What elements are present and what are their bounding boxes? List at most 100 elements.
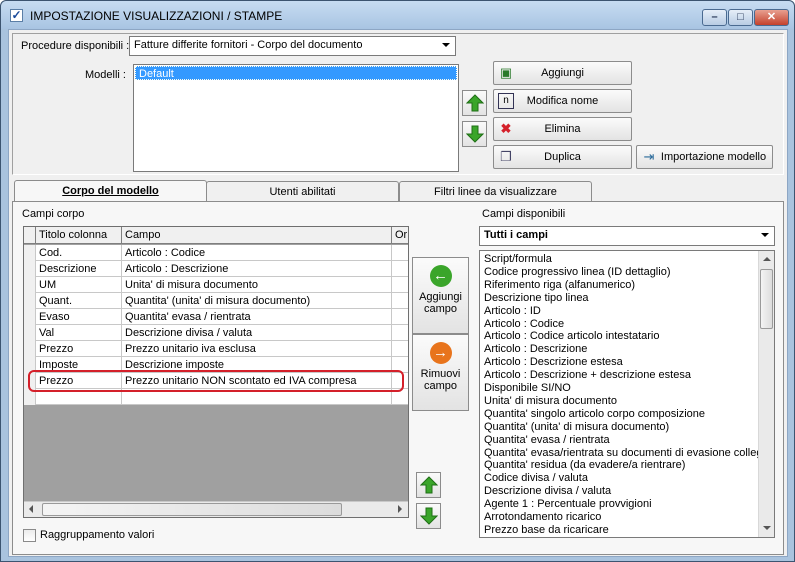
list-item[interactable]: Descrizione tipo linea — [484, 292, 589, 305]
row-selector[interactable] — [24, 245, 36, 261]
arrow-right-icon: → — [429, 342, 452, 364]
list-item[interactable]: Articolo : Descrizione estesa — [484, 356, 623, 369]
list-item[interactable]: Quantita' (unita' di misura documento) — [484, 421, 669, 434]
list-item[interactable]: Riferimento riga (alfanumerico) — [484, 279, 635, 292]
list-item[interactable]: Script/formula — [484, 253, 552, 266]
raggruppamento-label: Raggruppamento valori — [40, 529, 155, 541]
cell-or[interactable] — [392, 325, 408, 341]
tab-filtri-linee[interactable]: Filtri linee da visualizzare — [399, 181, 592, 203]
table-row[interactable]: Cod. Articolo : Codice — [24, 245, 408, 261]
rimuovi-campo-button[interactable]: → Rimuovi campo — [412, 334, 469, 411]
column-header-titolo[interactable]: Titolo colonna — [36, 227, 122, 244]
vertical-scrollbar[interactable] — [758, 251, 774, 537]
list-item[interactable]: Default — [135, 66, 457, 80]
row-selector[interactable] — [24, 341, 36, 357]
table-row[interactable]: UM Unita' di misura documento — [24, 277, 408, 293]
tab-utenti-abilitati[interactable]: Utenti abilitati — [206, 181, 399, 203]
list-item[interactable]: Quantita' evasa/rientrata su documenti d… — [484, 447, 763, 460]
list-item[interactable]: Prezzo base da ricaricare — [484, 524, 609, 537]
list-item[interactable]: Quantita' residua (da evadere/a rientrar… — [484, 459, 685, 472]
row-selector[interactable] — [24, 325, 36, 341]
close-button[interactable]: ✕ — [754, 9, 789, 26]
row-selector[interactable] — [24, 293, 36, 309]
cell-or[interactable] — [392, 293, 408, 309]
cell-campo[interactable]: Articolo : Descrizione — [122, 261, 392, 277]
cell-campo[interactable]: Quantita' evasa / rientrata — [122, 309, 392, 325]
cell-or[interactable] — [392, 261, 408, 277]
campi-disponibili-list[interactable]: Script/formula Codice progressivo linea (… — [479, 250, 775, 538]
cell-titolo[interactable]: Cod. — [36, 245, 122, 261]
list-item[interactable]: Articolo : Descrizione — [484, 343, 587, 356]
cell-titolo[interactable]: Val — [36, 325, 122, 341]
chevron-down-icon — [761, 233, 769, 237]
list-item[interactable]: Quantita' evasa / rientrata — [484, 434, 610, 447]
table-row[interactable]: Val Descrizione divisa / valuta — [24, 325, 408, 341]
list-item[interactable]: Articolo : ID — [484, 305, 541, 318]
table-row[interactable]: Evaso Quantita' evasa / rientrata — [24, 309, 408, 325]
campi-filter-select[interactable]: Tutti i campi — [479, 226, 775, 246]
field-move-down-button[interactable] — [416, 503, 441, 529]
row-selector[interactable] — [24, 261, 36, 277]
aggiungi-button[interactable]: ▣ Aggiungi — [493, 61, 632, 85]
arrow-up-icon — [420, 476, 438, 494]
maximize-button[interactable]: □ — [728, 9, 753, 26]
list-item[interactable]: Codice divisa / valuta — [484, 472, 588, 485]
row-selector[interactable] — [24, 309, 36, 325]
arrow-left-icon: ← — [429, 265, 452, 287]
app-check-icon: ✓ — [10, 8, 23, 22]
cell-or[interactable] — [392, 341, 408, 357]
importazione-modello-button[interactable]: ⇥ Importazione modello — [636, 145, 773, 169]
list-item[interactable]: Articolo : Codice articolo intestatario — [484, 330, 659, 343]
move-up-button[interactable] — [462, 90, 487, 116]
modelli-label: Modelli : — [85, 69, 126, 81]
scroll-thumb[interactable] — [760, 269, 773, 329]
modifica-nome-button[interactable]: n Modifica nome — [493, 89, 632, 113]
cell-titolo[interactable]: Descrizione — [36, 261, 122, 277]
cell-or[interactable] — [392, 277, 408, 293]
cell-campo[interactable]: Descrizione divisa / valuta — [122, 325, 392, 341]
list-item[interactable]: Codice progressivo linea (ID dettaglio) — [484, 266, 670, 279]
scroll-right-icon — [398, 505, 402, 513]
duplica-button[interactable]: ❐ Duplica — [493, 145, 632, 169]
list-item[interactable]: Quantita' singolo articolo corpo composi… — [484, 408, 705, 421]
scroll-thumb[interactable] — [42, 503, 342, 516]
procedure-value: Fatture differite fornitori - Corpo del … — [134, 39, 363, 51]
procedure-select[interactable]: Fatture differite fornitori - Corpo del … — [129, 36, 456, 56]
list-item[interactable]: Agente 1 : Percentuale provvigioni — [484, 498, 652, 511]
list-item[interactable]: Descrizione divisa / valuta — [484, 485, 611, 498]
table-row[interactable]: Prezzo Prezzo unitario iva esclusa — [24, 341, 408, 357]
move-down-button[interactable] — [462, 121, 487, 147]
horizontal-scrollbar[interactable] — [24, 501, 408, 517]
grid-header: Titolo colonna Campo Or — [24, 227, 408, 244]
add-record-icon: ▣ — [499, 65, 513, 80]
cell-titolo[interactable]: UM — [36, 277, 122, 293]
window-title: IMPOSTAZIONE VISUALIZZAZIONI / STAMPE — [30, 9, 283, 23]
cell-titolo[interactable]: Prezzo — [36, 341, 122, 357]
cell-titolo[interactable]: Evaso — [36, 309, 122, 325]
raggruppamento-checkbox[interactable] — [23, 529, 36, 542]
campi-corpo-grid[interactable]: Titolo colonna Campo Or Cod. Articolo : C… — [23, 226, 409, 518]
list-item[interactable]: Unita' di misura documento — [484, 395, 617, 408]
cell-campo[interactable]: Articolo : Codice — [122, 245, 392, 261]
table-row[interactable]: Descrizione Articolo : Descrizione — [24, 261, 408, 277]
cell-campo[interactable]: Quantita' (unita' di misura documento) — [122, 293, 392, 309]
cell-titolo[interactable]: Quant. — [36, 293, 122, 309]
minimize-button[interactable]: – — [702, 9, 727, 26]
field-move-up-button[interactable] — [416, 472, 441, 498]
list-item[interactable]: Articolo : Codice — [484, 318, 564, 331]
cell-campo[interactable]: Unita' di misura documento — [122, 277, 392, 293]
cell-or[interactable] — [392, 309, 408, 325]
table-row[interactable]: Quant. Quantita' (unita' di misura docume… — [24, 293, 408, 309]
cell-or[interactable] — [392, 245, 408, 261]
aggiungi-campo-button[interactable]: ← Aggiungi campo — [412, 257, 469, 334]
cell-campo[interactable]: Prezzo unitario iva esclusa — [122, 341, 392, 357]
list-item[interactable]: Articolo : Descrizione + descrizione est… — [484, 369, 691, 382]
column-header-or[interactable]: Or — [392, 227, 408, 244]
list-item[interactable]: Disponibile SI/NO — [484, 382, 571, 395]
column-header-campo[interactable]: Campo — [122, 227, 392, 244]
elimina-button[interactable]: ✖ Elimina — [493, 117, 632, 141]
copy-icon: ❐ — [500, 149, 512, 164]
row-selector[interactable] — [24, 277, 36, 293]
modelli-list[interactable]: Default — [133, 64, 459, 172]
list-item[interactable]: Arrotondamento ricarico — [484, 511, 601, 524]
